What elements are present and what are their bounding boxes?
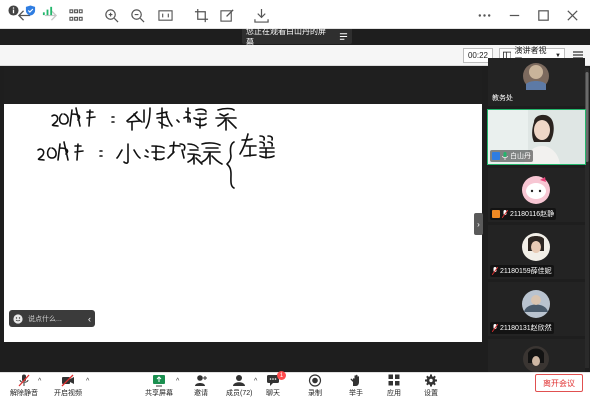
meeting-window: 您正在观看白山丹的屏幕 00:22 演讲者视图 ▼ bbox=[0, 0, 590, 400]
signal-strength-icon[interactable] bbox=[42, 5, 53, 16]
panel-scrollbar[interactable] bbox=[585, 68, 589, 368]
caret-up-icon[interactable]: ^ bbox=[38, 378, 41, 385]
caret-up-icon[interactable]: ^ bbox=[176, 378, 179, 385]
invite-button[interactable]: 邀请 bbox=[194, 373, 208, 399]
cohost-badge-icon bbox=[492, 210, 500, 218]
avatar bbox=[488, 339, 585, 372]
info-icon[interactable] bbox=[8, 5, 19, 16]
download-icon[interactable] bbox=[251, 5, 271, 25]
grid-icon[interactable] bbox=[66, 5, 86, 25]
share-screen-icon bbox=[153, 375, 165, 387]
participant-name: 21180131赵欣然 bbox=[490, 322, 554, 334]
participants-label: 成员(72) bbox=[226, 390, 253, 397]
shared-whiteboard bbox=[4, 104, 482, 342]
start-video-button[interactable]: 开启视频 bbox=[54, 373, 82, 399]
participants-icon bbox=[233, 375, 246, 386]
participant-name: 白山丹 bbox=[490, 150, 533, 162]
share-screen-label: 共享屏幕 bbox=[145, 390, 173, 397]
gear-icon bbox=[425, 374, 437, 387]
chat-label: 聊天 bbox=[266, 390, 280, 397]
record-label: 录制 bbox=[308, 390, 322, 397]
participant-tile[interactable]: 21180131赵欣然 bbox=[488, 282, 585, 336]
raise-hand-label: 举手 bbox=[349, 390, 363, 397]
participant-tile[interactable]: 21180116赵静 bbox=[488, 168, 585, 222]
participant-name: 21180116赵静 bbox=[490, 208, 557, 220]
chat-unread-badge: 1 bbox=[277, 371, 286, 380]
zoom-in-icon[interactable] bbox=[101, 5, 121, 25]
start-video-label: 开启视频 bbox=[54, 390, 82, 397]
chevron-left-icon[interactable]: ‹ bbox=[88, 314, 91, 324]
chat-input-bar[interactable]: 说点什么... ‹ bbox=[9, 310, 95, 327]
settings-label: 设置 bbox=[424, 390, 438, 397]
apps-icon bbox=[388, 374, 400, 386]
invite-label: 邀请 bbox=[194, 390, 208, 397]
mic-on-icon bbox=[502, 152, 508, 160]
more-icon[interactable] bbox=[474, 5, 494, 25]
fit-screen-icon[interactable] bbox=[155, 5, 175, 25]
settings-button[interactable]: 设置 bbox=[424, 373, 438, 399]
minimize-icon[interactable] bbox=[504, 5, 524, 25]
emoji-icon[interactable] bbox=[13, 313, 23, 324]
leave-meeting-button[interactable]: 离开会议 bbox=[535, 374, 583, 392]
host-badge-icon bbox=[492, 152, 500, 160]
security-shield-icon[interactable] bbox=[25, 5, 36, 16]
mic-muted-icon bbox=[502, 210, 508, 218]
participant-name: 教务处 bbox=[492, 95, 513, 102]
mic-muted-icon bbox=[492, 267, 498, 275]
participant-name: 21180159薛佳妮 bbox=[490, 265, 554, 277]
video-off-icon bbox=[61, 374, 74, 387]
mic-muted-icon bbox=[18, 374, 30, 387]
record-button[interactable]: 录制 bbox=[308, 373, 322, 399]
caret-up-icon[interactable]: ^ bbox=[254, 378, 257, 385]
chat-input-placeholder: 说点什么... bbox=[28, 315, 62, 323]
maximize-icon[interactable] bbox=[533, 5, 553, 25]
zoom-out-icon[interactable] bbox=[127, 5, 147, 25]
unmute-label: 解除静音 bbox=[10, 390, 38, 397]
chevron-right-icon: › bbox=[477, 219, 480, 229]
close-icon[interactable] bbox=[562, 5, 582, 25]
apps-label: 应用 bbox=[387, 390, 401, 397]
unmute-button[interactable]: 解除静音 bbox=[10, 373, 38, 399]
record-icon bbox=[308, 374, 322, 387]
bottom-toolbar bbox=[0, 372, 590, 400]
edit-icon[interactable] bbox=[217, 5, 237, 25]
apps-button[interactable]: 应用 bbox=[387, 373, 401, 399]
mic-muted-icon bbox=[492, 324, 498, 332]
participant-tile[interactable]: 21180159薛佳妮 bbox=[488, 225, 585, 279]
collapse-panel-button[interactable]: › bbox=[474, 213, 483, 235]
participant-tile[interactable]: 教务处 bbox=[488, 58, 585, 106]
handwriting-drawing bbox=[37, 107, 275, 189]
participant-tile-active[interactable]: 白山丹 bbox=[487, 109, 586, 165]
share-screen-button[interactable]: 共享屏幕 bbox=[145, 373, 173, 399]
participants-button[interactable]: 成员(72) bbox=[226, 373, 252, 399]
raise-hand-button[interactable]: 举手 bbox=[349, 373, 363, 399]
crop-icon[interactable] bbox=[191, 5, 211, 25]
share-banner: 您正在观看白山丹的屏幕 bbox=[242, 27, 352, 47]
caret-up-icon[interactable]: ^ bbox=[86, 378, 89, 385]
list-icon[interactable] bbox=[339, 32, 348, 41]
invite-icon bbox=[195, 375, 207, 386]
participant-tile[interactable] bbox=[488, 339, 585, 372]
raise-hand-icon bbox=[350, 374, 359, 386]
